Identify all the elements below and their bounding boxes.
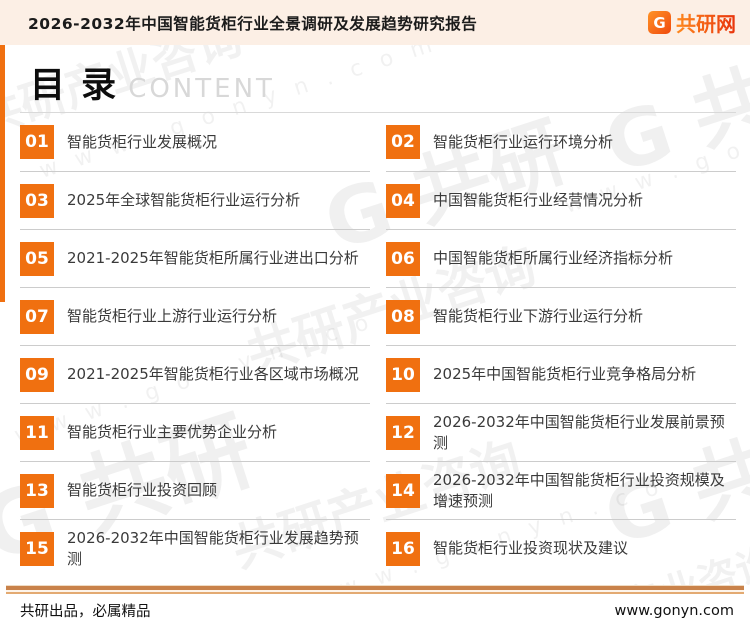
toc-item-label: 智能货柜行业上游行业运行分析 [67,306,277,326]
toc-item-13[interactable]: 13 智能货柜行业投资回顾 [20,461,370,519]
toc-title-cn: 目 录 [30,57,118,108]
toc-item-number: 08 [386,300,420,334]
toc-item-12[interactable]: 12 2026-2032年中国智能货柜行业发展前景预测 [386,403,736,461]
toc-item-number: 09 [20,358,54,392]
toc-item-11[interactable]: 11 智能货柜行业主要优势企业分析 [20,403,370,461]
toc-item-number: 02 [386,125,420,159]
report-title: 2026-2032年中国智能货柜行业全景调研及发展趋势研究报告 [28,12,477,34]
header-bar: 2026-2032年中国智能货柜行业全景调研及发展趋势研究报告 G 共研网 [0,0,750,45]
toc-item-02[interactable]: 02 智能货柜行业运行环境分析 [386,113,736,171]
toc-item-label: 智能货柜行业运行环境分析 [433,132,613,152]
toc-item-number: 05 [20,242,54,276]
toc-item-14[interactable]: 14 2026-2032年中国智能货柜行业投资规模及增速预测 [386,461,736,519]
toc-column-left: 01 智能货柜行业发展概况 03 2025年全球智能货柜行业运行分析 05 2021-20… [20,113,370,577]
toc-item-label: 2021-2025年智能货柜行业各区域市场概况 [67,364,359,384]
toc-column-right: 02 智能货柜行业运行环境分析 04 中国智能货柜行业经营情况分析 06 中国智能货柜所属… [386,113,736,577]
toc-item-number: 15 [20,532,54,566]
footer-slogan: 共研出品，必属精品 [20,600,151,621]
footer-url[interactable]: www.gonyn.com [615,603,734,619]
toc-item-16[interactable]: 16 智能货柜行业投资现状及建议 [386,519,736,577]
toc-item-number: 04 [386,184,420,218]
toc-item-label: 2025年全球智能货柜行业运行分析 [67,190,300,210]
toc-content: 目 录 CONTENT 01 智能货柜行业发展概况 03 2025年全球智能货柜行业运… [0,57,750,577]
toc-item-08[interactable]: 08 智能货柜行业下游行业运行分析 [386,287,736,345]
toc-item-09[interactable]: 09 2021-2025年智能货柜行业各区域市场概况 [20,345,370,403]
toc-item-label: 2025年中国智能货柜行业竞争格局分析 [433,364,696,384]
toc-item-number: 14 [386,474,420,508]
toc-item-label: 2026-2032年中国智能货柜行业投资规模及增速预测 [433,470,736,511]
toc-item-number: 16 [386,532,420,566]
toc-title-en: CONTENT [128,74,275,104]
toc-item-04[interactable]: 04 中国智能货柜行业经营情况分析 [386,171,736,229]
toc-item-03[interactable]: 03 2025年全球智能货柜行业运行分析 [20,171,370,229]
toc-item-label: 智能货柜行业投资现状及建议 [433,538,628,558]
toc-item-05[interactable]: 05 2021-2025年智能货柜所属行业进出口分析 [20,229,370,287]
toc-item-15[interactable]: 15 2026-2032年中国智能货柜行业发展趋势预测 [20,519,370,577]
toc-item-label: 智能货柜行业投资回顾 [67,480,217,500]
toc-item-07[interactable]: 07 智能货柜行业上游行业运行分析 [20,287,370,345]
toc-item-label: 2026-2032年中国智能货柜行业发展趋势预测 [67,528,370,569]
toc-item-label: 智能货柜行业下游行业运行分析 [433,306,643,326]
logo-g-icon: G [648,11,671,34]
report-toc-page: 共研产业咨询w w w . g o n y n . c o mG 共研G 共研w… [0,0,750,622]
toc-heading: 目 录 CONTENT [30,57,736,107]
toc-item-number: 01 [20,125,54,159]
toc-item-label: 2021-2025年智能货柜所属行业进出口分析 [67,248,359,268]
toc-item-number: 07 [20,300,54,334]
footer: 共研出品，必属精品 www.gonyn.com [0,585,750,622]
toc-item-label: 2026-2032年中国智能货柜行业发展前景预测 [433,412,736,453]
toc-item-number: 06 [386,242,420,276]
toc-item-number: 11 [20,416,54,450]
toc-item-01[interactable]: 01 智能货柜行业发展概况 [20,113,370,171]
toc-item-number: 12 [386,416,420,450]
toc-item-label: 中国智能货柜所属行业经济指标分析 [433,248,673,268]
brand-logo[interactable]: G 共研网 [648,8,736,37]
toc-item-number: 03 [20,184,54,218]
footer-divider [6,585,744,594]
toc-item-10[interactable]: 10 2025年中国智能货柜行业竞争格局分析 [386,345,736,403]
toc-item-label: 智能货柜行业发展概况 [67,132,217,152]
toc-item-number: 13 [20,474,54,508]
toc-grid: 01 智能货柜行业发展概况 03 2025年全球智能货柜行业运行分析 05 2021-20… [20,113,736,577]
toc-item-label: 中国智能货柜行业经营情况分析 [433,190,643,210]
toc-item-number: 10 [386,358,420,392]
logo-text: 共研网 [676,8,736,37]
toc-item-label: 智能货柜行业主要优势企业分析 [67,422,277,442]
toc-item-06[interactable]: 06 中国智能货柜所属行业经济指标分析 [386,229,736,287]
